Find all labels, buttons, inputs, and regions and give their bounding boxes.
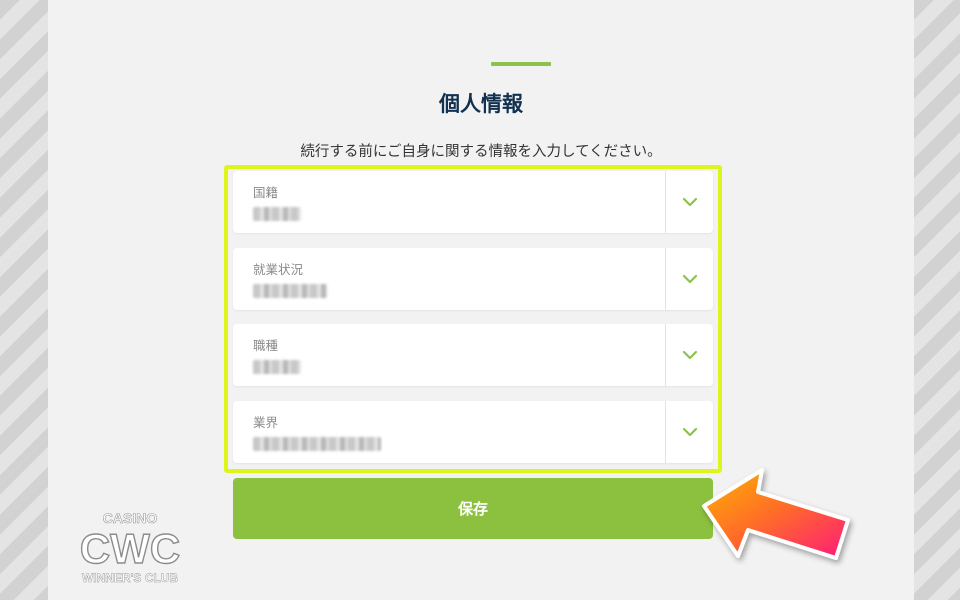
- field-divider: [665, 401, 666, 463]
- industry-value-blurred: [253, 437, 381, 451]
- occupation-value-blurred: [253, 360, 301, 374]
- svg-text:CASINO: CASINO: [103, 510, 158, 526]
- field-divider: [665, 248, 666, 310]
- employment-status-label: 就業状況: [253, 262, 304, 277]
- nationality-value-blurred: [253, 207, 301, 221]
- employment-status-value-blurred: [253, 284, 327, 298]
- chevron-down-icon[interactable]: [678, 193, 702, 211]
- chevron-down-icon[interactable]: [678, 270, 702, 288]
- nationality-label: 国籍: [253, 185, 279, 200]
- arrow-icon: [702, 468, 850, 560]
- svg-text:CWC: CWC: [80, 525, 180, 572]
- accent-bar: [491, 62, 551, 66]
- watermark-pattern-left: [0, 0, 48, 600]
- field-divider: [665, 171, 666, 233]
- occupation-select[interactable]: 職種: [233, 324, 713, 386]
- employment-status-select[interactable]: 就業状況: [233, 248, 713, 310]
- occupation-label: 職種: [253, 338, 279, 353]
- field-divider: [665, 324, 666, 386]
- save-button[interactable]: 保存: [233, 478, 713, 539]
- industry-select[interactable]: 業界: [233, 401, 713, 463]
- nationality-select[interactable]: 国籍: [233, 171, 713, 233]
- page-subtitle: 続行する前にご自身に関する情報を入力してください。: [300, 144, 662, 160]
- watermark-pattern-right: [914, 0, 960, 600]
- industry-label: 業界: [253, 415, 279, 430]
- chevron-down-icon[interactable]: [678, 423, 702, 441]
- page-title: 個人情報: [439, 92, 523, 116]
- cwc-logo: CASINO CWC WINNER'S CLUB: [79, 510, 181, 586]
- svg-text:WINNER'S CLUB: WINNER'S CLUB: [82, 571, 179, 585]
- chevron-down-icon[interactable]: [678, 346, 702, 364]
